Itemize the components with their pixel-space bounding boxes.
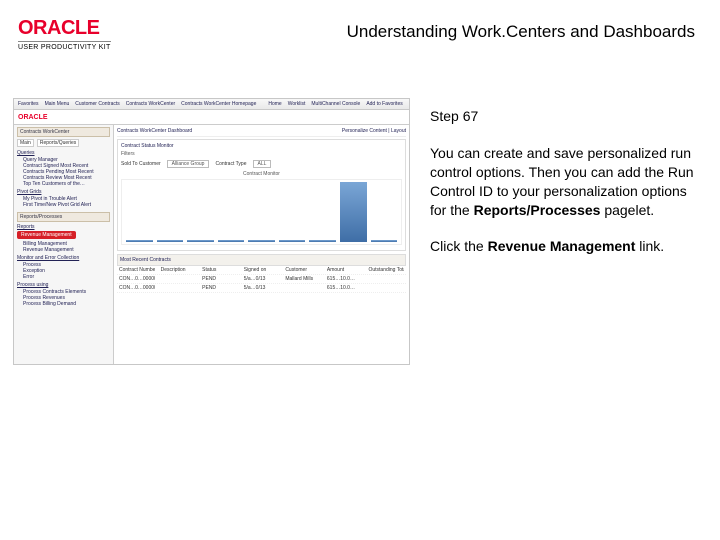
nav-favorites[interactable]: Favorites bbox=[18, 101, 39, 107]
col: Outstanding Total bbox=[368, 267, 404, 273]
instruction-panel: Step 67 You can create and save personal… bbox=[430, 107, 695, 274]
chart-title: Contract Monitor bbox=[121, 171, 402, 177]
nav-hp[interactable]: Contracts WorkCenter Homepage bbox=[181, 101, 256, 107]
nav-addfav[interactable]: Add to Favorites bbox=[366, 101, 402, 107]
personalize-link[interactable]: Personalize Content | Layout bbox=[342, 128, 406, 134]
nav-main-menu[interactable]: Main Menu bbox=[45, 101, 70, 107]
filter2-value[interactable]: ALL bbox=[253, 160, 272, 168]
filter2-label: Contract Type bbox=[215, 161, 246, 167]
nav-signout[interactable]: Sign out bbox=[409, 101, 410, 107]
contract-monitor-chart bbox=[121, 179, 402, 245]
global-nav: Favorites Main Menu Customer Contracts C… bbox=[14, 99, 409, 110]
logo-block: ORACLE USER PRODUCTIVITY KIT bbox=[18, 18, 111, 51]
page-title: Understanding Work.Centers and Dashboard… bbox=[347, 22, 695, 42]
brand-text: ORACLE bbox=[18, 114, 48, 121]
oracle-logo-subtitle: USER PRODUCTIVITY KIT bbox=[18, 41, 111, 51]
reports-group: Reports bbox=[17, 224, 110, 230]
filters-label: Filters bbox=[121, 151, 135, 157]
bold-text: Reports/Processes bbox=[474, 202, 601, 218]
sidebar-item[interactable]: Process Billing Demand bbox=[17, 301, 110, 307]
sidebar-item[interactable]: Revenue Management bbox=[17, 247, 110, 253]
filter-row: Sold To Customer Alliance Group Contract… bbox=[121, 160, 402, 168]
sidebar-item[interactable]: Top Ten Customers of the… bbox=[17, 181, 110, 187]
sub-header: ORACLE bbox=[14, 110, 409, 125]
sidebar-item[interactable]: Error bbox=[17, 274, 110, 280]
oracle-logo: ORACLE bbox=[18, 18, 111, 38]
nav-worklist[interactable]: Worklist bbox=[288, 101, 306, 107]
col: Description bbox=[161, 267, 197, 273]
breadcrumb: Contracts WorkCenter Dashboard Personali… bbox=[117, 128, 406, 137]
table-header-row: Contract Number Description Status Signe… bbox=[117, 266, 406, 275]
pivot-header: Pivot Grids bbox=[17, 189, 110, 195]
recent-contracts-header: Most Recent Contracts bbox=[117, 254, 406, 266]
table-row[interactable]: CON…0…00000…8PEND5/a…0/13615…10.0… bbox=[117, 284, 406, 293]
nav-home[interactable]: Home bbox=[268, 101, 281, 107]
col: Status bbox=[202, 267, 238, 273]
step-label: Step 67 bbox=[430, 107, 695, 126]
text: pagelet. bbox=[600, 202, 654, 218]
tab-main[interactable]: Main bbox=[17, 139, 34, 147]
reports-processes-header: Reports/Processes bbox=[17, 212, 110, 222]
status-monitor-panel: Contract Status Monitor Filters Sold To … bbox=[117, 139, 406, 251]
nav-wc[interactable]: Contracts WorkCenter bbox=[126, 101, 175, 107]
tab-reports-queries[interactable]: Reports/Queries bbox=[37, 139, 79, 147]
screenshot-thumbnail: Favorites Main Menu Customer Contracts C… bbox=[13, 98, 410, 365]
breadcrumb-text: Contracts WorkCenter Dashboard bbox=[117, 128, 192, 134]
sidebar-item[interactable]: First Time/New Pivot Grid Alert bbox=[17, 202, 110, 208]
col: Contract Number bbox=[119, 267, 155, 273]
queries-header: Queries bbox=[17, 150, 110, 156]
process-group: Process using bbox=[17, 282, 110, 288]
instruction-paragraph-2: Click the Revenue Management link. bbox=[430, 237, 695, 256]
left-pagelet: Contracts WorkCenter Main Reports/Querie… bbox=[14, 125, 114, 365]
instruction-paragraph-1: You can create and save personalized run… bbox=[430, 144, 695, 220]
nav-cc[interactable]: Customer Contracts bbox=[75, 101, 119, 107]
col: Customer bbox=[285, 267, 321, 273]
revenue-management-link[interactable]: Revenue Management bbox=[17, 231, 76, 239]
bold-text: Revenue Management bbox=[488, 238, 636, 254]
nav-mcc[interactable]: MultiChannel Console bbox=[311, 101, 360, 107]
text: link. bbox=[635, 238, 664, 254]
workcenter-title: Contracts WorkCenter bbox=[17, 127, 110, 137]
filter-bar: Filters bbox=[121, 151, 402, 157]
col: Signed on bbox=[244, 267, 280, 273]
monitor-group: Monitor and Error Collection bbox=[17, 255, 110, 261]
filter1-label: Sold To Customer bbox=[121, 161, 161, 167]
col: Amount bbox=[327, 267, 363, 273]
filter1-value[interactable]: Alliance Group bbox=[167, 160, 210, 168]
main-content: Contracts WorkCenter Dashboard Personali… bbox=[114, 125, 409, 365]
table-row[interactable]: CON…0…00000…9PEND5/a…0/13Mallard Mills61… bbox=[117, 275, 406, 284]
side-tabs: Main Reports/Queries bbox=[17, 139, 110, 147]
panel-title: Contract Status Monitor bbox=[121, 143, 174, 149]
text: Click the bbox=[430, 238, 488, 254]
